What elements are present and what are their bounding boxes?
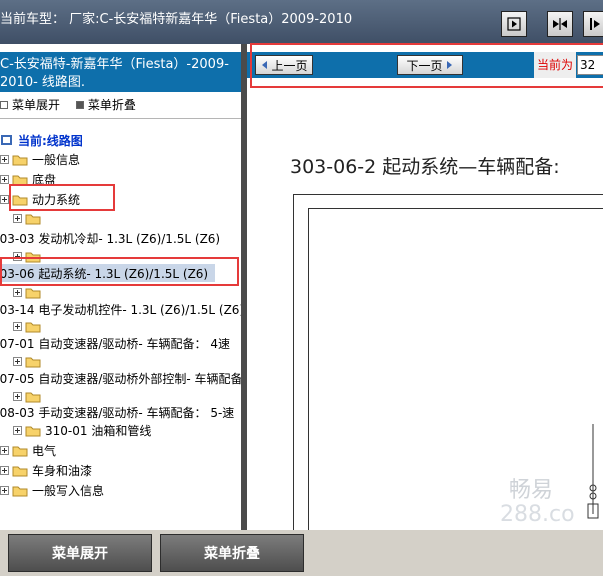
chevron-left-icon xyxy=(262,61,268,69)
left-panel-title-line2: 2010- 线路图. xyxy=(0,75,86,90)
book-icon xyxy=(1,135,12,145)
tree-item[interactable]: 一般信息 xyxy=(0,150,80,168)
expand-plus-icon xyxy=(13,356,22,366)
wiring-diagram-icon xyxy=(587,424,599,519)
arrow-right-icon xyxy=(507,17,521,31)
document-heading: 303-06-2 起动系统—车辆配备: xyxy=(290,156,560,178)
folder-icon xyxy=(12,466,28,476)
expand-plus-icon xyxy=(0,174,9,184)
current-page-label: 当前为 xyxy=(534,52,577,78)
folder-open-icon xyxy=(12,195,28,205)
tree-item[interactable]: 303-03 发动机冷却- 1.3L (Z6)/1.5L (Z6) xyxy=(0,229,220,247)
left-panel-title-line1: C-长安福特-新嘉年华（Fiesta）-2009- xyxy=(0,57,229,72)
tree-node[interactable] xyxy=(13,209,45,227)
watermark-logo: 畅易 xyxy=(509,478,554,503)
collapse-menu-button[interactable]: 菜单折叠 xyxy=(160,534,304,572)
arrows-right-icon xyxy=(590,18,600,30)
folder-icon xyxy=(25,357,41,367)
left-panel: C-长安福特-新嘉年华（Fiesta）-2009- 2010- 线路图. 菜单展… xyxy=(0,44,241,530)
left-panel-title: C-长安福特-新嘉年华（Fiesta）-2009- 2010- 线路图. xyxy=(0,52,241,92)
expand-square-icon xyxy=(0,100,8,109)
folder-icon xyxy=(25,214,41,224)
tree-item[interactable]: 电气 xyxy=(0,441,56,459)
expand-plus-icon xyxy=(0,485,9,495)
expand-plus-icon xyxy=(13,251,22,261)
prev-page-button[interactable]: 上一页 xyxy=(255,55,313,75)
tree-node[interactable] xyxy=(13,283,45,301)
tree-item[interactable]: 303-14 电子发动机控件- 1.3L (Z6)/1.5L (Z6) xyxy=(0,300,241,318)
expand-plus-icon xyxy=(13,391,22,401)
folder-icon xyxy=(12,175,28,185)
tree-item[interactable]: 307-01 自动变速器/驱动桥- 车辆配备： 4速 xyxy=(0,334,230,352)
arrows-right-button[interactable] xyxy=(583,11,603,37)
tree-current[interactable]: 当前:线路图 xyxy=(0,131,83,149)
tree-node[interactable] xyxy=(13,247,45,265)
bottom-bar: 菜单展开 菜单折叠 xyxy=(0,530,603,576)
arrow-right-button[interactable] xyxy=(501,11,527,37)
expand-plus-icon xyxy=(13,425,22,435)
folder-icon xyxy=(25,288,41,298)
expand-plus-icon xyxy=(13,321,22,331)
wiring-diagram-area xyxy=(308,208,603,530)
tree-node[interactable] xyxy=(13,352,45,370)
document-viewer: 上一页 下一页 当前为 32 303-06-2 起动系统—车辆配备: 畅易 28… xyxy=(247,44,603,530)
arrows-in-icon xyxy=(553,18,567,30)
folder-icon xyxy=(25,322,41,332)
divider xyxy=(0,118,241,119)
tree-item-selected[interactable]: 303-06 起动系统- 1.3L (Z6)/1.5L (Z6) xyxy=(0,264,215,282)
expand-plus-icon xyxy=(0,194,9,204)
chevron-right-icon xyxy=(446,61,452,69)
tree-item[interactable]: 310-01 油箱和管线 xyxy=(13,421,151,439)
expand-menu-link[interactable]: 菜单展开 xyxy=(0,96,60,113)
folder-icon xyxy=(25,426,41,436)
folder-icon xyxy=(12,155,28,165)
expand-plus-icon xyxy=(13,213,22,223)
expand-plus-icon xyxy=(0,445,9,455)
folder-icon xyxy=(12,446,28,456)
arrows-in-button[interactable] xyxy=(547,11,573,37)
menu-tools: 菜单展开 菜单折叠 xyxy=(0,96,148,114)
page-nav-bar: 上一页 下一页 当前为 xyxy=(247,52,603,78)
expand-plus-icon xyxy=(0,465,9,475)
folder-icon xyxy=(25,392,41,402)
tree-item[interactable]: 308-03 手动变速器/驱动桥- 车辆配备： 5-速 xyxy=(0,403,234,421)
tree-item[interactable]: 底盘 xyxy=(0,170,56,188)
folder-icon xyxy=(12,486,28,496)
vehicle-title: 当前车型： 厂家:C-长安福特新嘉年华（Fiesta）2009-2010 xyxy=(0,12,353,27)
expand-menu-button[interactable]: 菜单展开 xyxy=(8,534,152,572)
expand-plus-icon xyxy=(0,154,9,164)
current-page-input[interactable]: 32 xyxy=(577,55,603,75)
tree-item[interactable]: 一般写入信息 xyxy=(0,481,104,499)
collapse-menu-link[interactable]: 菜单折叠 xyxy=(75,96,136,113)
watermark-url: 288.co xyxy=(500,502,575,527)
tree-item-power[interactable]: 动力系统 xyxy=(0,190,80,208)
top-header: 当前车型： 厂家:C-长安福特新嘉年华（Fiesta）2009-2010 xyxy=(0,0,603,44)
folder-icon xyxy=(25,252,41,262)
expand-plus-icon xyxy=(13,287,22,297)
collapse-square-icon xyxy=(75,100,84,109)
tree-item[interactable]: 307-05 自动变速器/驱动桥外部控制- 车辆配备 xyxy=(0,369,241,387)
next-page-button[interactable]: 下一页 xyxy=(397,55,463,75)
tree-item[interactable]: 车身和油漆 xyxy=(0,461,92,479)
tree-node[interactable] xyxy=(13,317,45,335)
